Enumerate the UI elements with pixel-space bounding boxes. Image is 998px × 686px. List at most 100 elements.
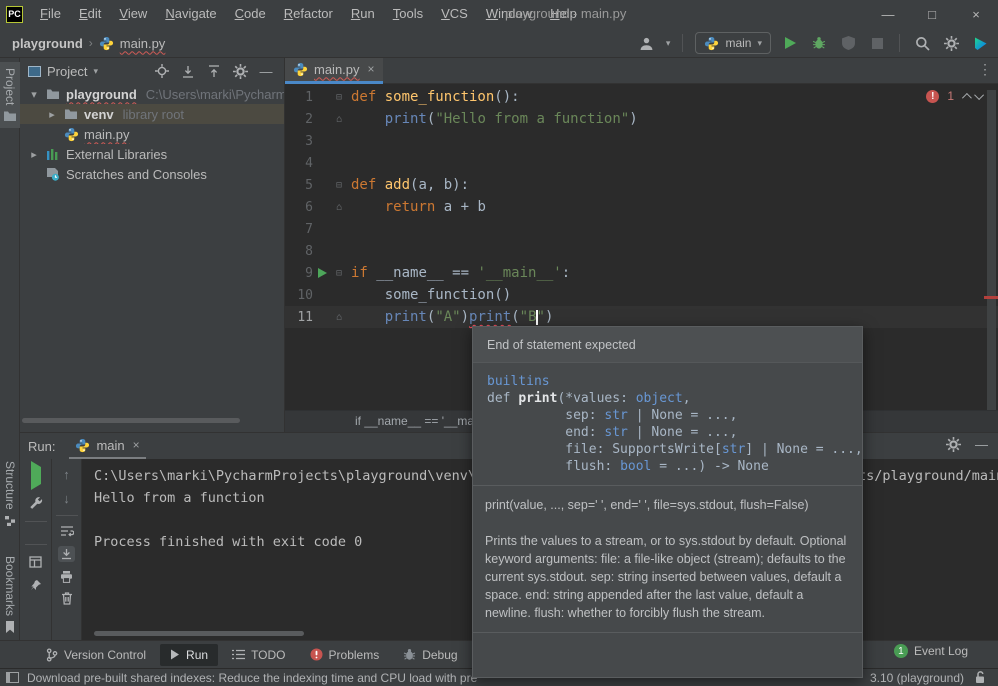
maximize-button[interactable]: □ — [910, 0, 954, 28]
search-everywhere-icon[interactable] — [912, 32, 932, 54]
chevron-right-icon[interactable]: ▸ — [46, 108, 58, 121]
line-number[interactable]: 4 — [285, 156, 313, 171]
code-line-11[interactable]: 11⌂ print("A")print("B") — [285, 306, 998, 328]
code-line-2[interactable]: 2⌂ print("Hello from a function") — [285, 108, 998, 130]
python-interpreter-button[interactable]: 3.10 (playground) — [870, 671, 964, 685]
run-button[interactable] — [780, 32, 800, 54]
soft-wrap-icon[interactable] — [60, 525, 74, 537]
line-number[interactable]: 11 — [285, 310, 313, 325]
line-number[interactable]: 1 — [285, 90, 313, 105]
tool-stripe-structure[interactable]: Structure — [0, 455, 20, 533]
line-number[interactable]: 10 — [285, 288, 313, 303]
horizontal-scrollbar[interactable] — [94, 631, 304, 636]
minimize-button[interactable]: — — [866, 0, 910, 28]
settings-gear-icon[interactable] — [941, 32, 961, 54]
line-number[interactable]: 3 — [285, 134, 313, 149]
menu-tools[interactable]: Tools — [384, 0, 432, 28]
close-tab-icon[interactable]: × — [133, 438, 140, 452]
edit-configuration-wrench-icon[interactable] — [29, 496, 43, 510]
run-configuration-select[interactable]: main ▾ — [695, 32, 771, 54]
tool-window-button-problems[interactable]: Problems — [300, 644, 390, 666]
locate-file-icon[interactable] — [152, 60, 172, 82]
close-button[interactable]: × — [954, 0, 998, 28]
close-tab-icon[interactable]: × — [368, 62, 375, 76]
tool-window-switcher-icon[interactable] — [6, 672, 19, 683]
project-view-select[interactable]: Project ▾ — [28, 64, 98, 79]
line-number[interactable]: 5 — [285, 178, 313, 193]
clear-all-trash-icon[interactable] — [61, 592, 73, 605]
tab-list-more-icon[interactable]: ⋮ — [978, 61, 992, 78]
chevron-down-icon[interactable]: ▾ — [28, 88, 40, 101]
print-icon[interactable] — [60, 571, 73, 583]
fold-start-icon[interactable]: ⊟ — [331, 92, 347, 103]
line-number[interactable]: 8 — [285, 244, 313, 259]
code-line-1[interactable]: 1⊟def some_function(): — [285, 86, 998, 108]
code-line-9[interactable]: 9⊟if __name__ == '__main__': — [285, 262, 998, 284]
jetbrains-logo-icon[interactable] — [970, 32, 990, 54]
code-line-5[interactable]: 5⊟def add(a, b): — [285, 174, 998, 196]
run-line-icon[interactable] — [313, 268, 331, 278]
code-line-4[interactable]: 4 — [285, 152, 998, 174]
hide-panel-icon[interactable]: — — [975, 437, 988, 452]
vertical-scrollbar[interactable] — [987, 90, 996, 426]
status-message[interactable]: Download pre-built shared indexes: Reduc… — [27, 671, 477, 685]
code-line-3[interactable]: 3 — [285, 130, 998, 152]
tree-item-venv[interactable]: ▸venvlibrary root — [20, 104, 284, 124]
rerun-button[interactable] — [31, 467, 41, 485]
hide-panel-icon[interactable]: — — [256, 60, 276, 82]
coverage-button[interactable] — [838, 32, 858, 54]
down-stack-trace-icon[interactable]: ↓ — [63, 491, 70, 506]
line-number[interactable]: 9 — [285, 266, 313, 281]
user-account-icon[interactable] — [637, 32, 657, 54]
menu-code[interactable]: Code — [226, 0, 275, 28]
tab-main-py[interactable]: main.py × — [285, 58, 383, 84]
tool-window-button-todo[interactable]: TODO — [222, 644, 295, 666]
tool-window-button-run[interactable]: Run — [160, 644, 218, 666]
debug-button[interactable] — [809, 32, 829, 54]
run-tab-main[interactable]: main × — [69, 433, 145, 459]
fold-start-icon[interactable]: ⊟ — [331, 180, 347, 191]
fold-end-icon[interactable]: ⌂ — [331, 202, 347, 213]
up-stack-trace-icon[interactable]: ↑ — [63, 467, 70, 482]
panel-options-gear-icon[interactable] — [946, 437, 961, 452]
menu-file[interactable]: File — [31, 0, 70, 28]
tool-stripe-project[interactable]: Project — [0, 62, 20, 128]
tree-item-external-libraries[interactable]: ▸External Libraries — [20, 144, 284, 164]
expand-all-icon[interactable] — [178, 60, 198, 82]
breadcrumb-file[interactable]: main.py — [120, 36, 166, 51]
tree-item-playground[interactable]: ▾playgroundC:\Users\marki\PycharmProje — [20, 84, 284, 104]
stop-button[interactable] — [867, 32, 887, 54]
menu-vcs[interactable]: VCS — [432, 0, 477, 28]
code-line-6[interactable]: 6⌂ return a + b — [285, 196, 998, 218]
collapse-all-icon[interactable] — [204, 60, 224, 82]
menu-view[interactable]: View — [110, 0, 156, 28]
pin-tab-icon[interactable] — [30, 579, 42, 591]
tool-window-button-debug[interactable]: Debug — [393, 644, 467, 666]
fold-start-icon[interactable]: ⊟ — [331, 268, 347, 279]
panel-options-gear-icon[interactable] — [230, 60, 250, 82]
unlock-icon[interactable] — [974, 671, 986, 684]
tool-stripe-bookmarks[interactable]: Bookmarks — [0, 550, 20, 639]
tree-item-scratches-and-consoles[interactable]: Scratches and Consoles — [20, 164, 284, 184]
scroll-to-end-icon[interactable] — [58, 546, 75, 562]
fold-end-icon[interactable]: ⌂ — [331, 312, 347, 323]
event-log-button[interactable]: 1 Event Log — [894, 644, 968, 658]
horizontal-scrollbar[interactable] — [22, 418, 240, 423]
menu-edit[interactable]: Edit — [70, 0, 110, 28]
restore-layout-icon[interactable] — [29, 556, 42, 568]
code-line-10[interactable]: 10 some_function() — [285, 284, 998, 306]
menu-refactor[interactable]: Refactor — [275, 0, 342, 28]
fold-end-icon[interactable]: ⌂ — [331, 114, 347, 125]
code-line-7[interactable]: 7 — [285, 218, 998, 240]
tree-item-main-py[interactable]: main.py — [20, 124, 284, 144]
menu-run[interactable]: Run — [342, 0, 384, 28]
error-stripe-mark[interactable] — [984, 296, 998, 299]
breadcrumb-project[interactable]: playground — [12, 36, 83, 51]
code-editor[interactable]: 1⊟def some_function():2⌂ print("Hello fr… — [285, 86, 998, 328]
line-number[interactable]: 6 — [285, 200, 313, 215]
code-line-8[interactable]: 8 — [285, 240, 998, 262]
menu-navigate[interactable]: Navigate — [156, 0, 225, 28]
line-number[interactable]: 2 — [285, 112, 313, 127]
line-number[interactable]: 7 — [285, 222, 313, 237]
chevron-right-icon[interactable]: ▸ — [28, 148, 40, 161]
